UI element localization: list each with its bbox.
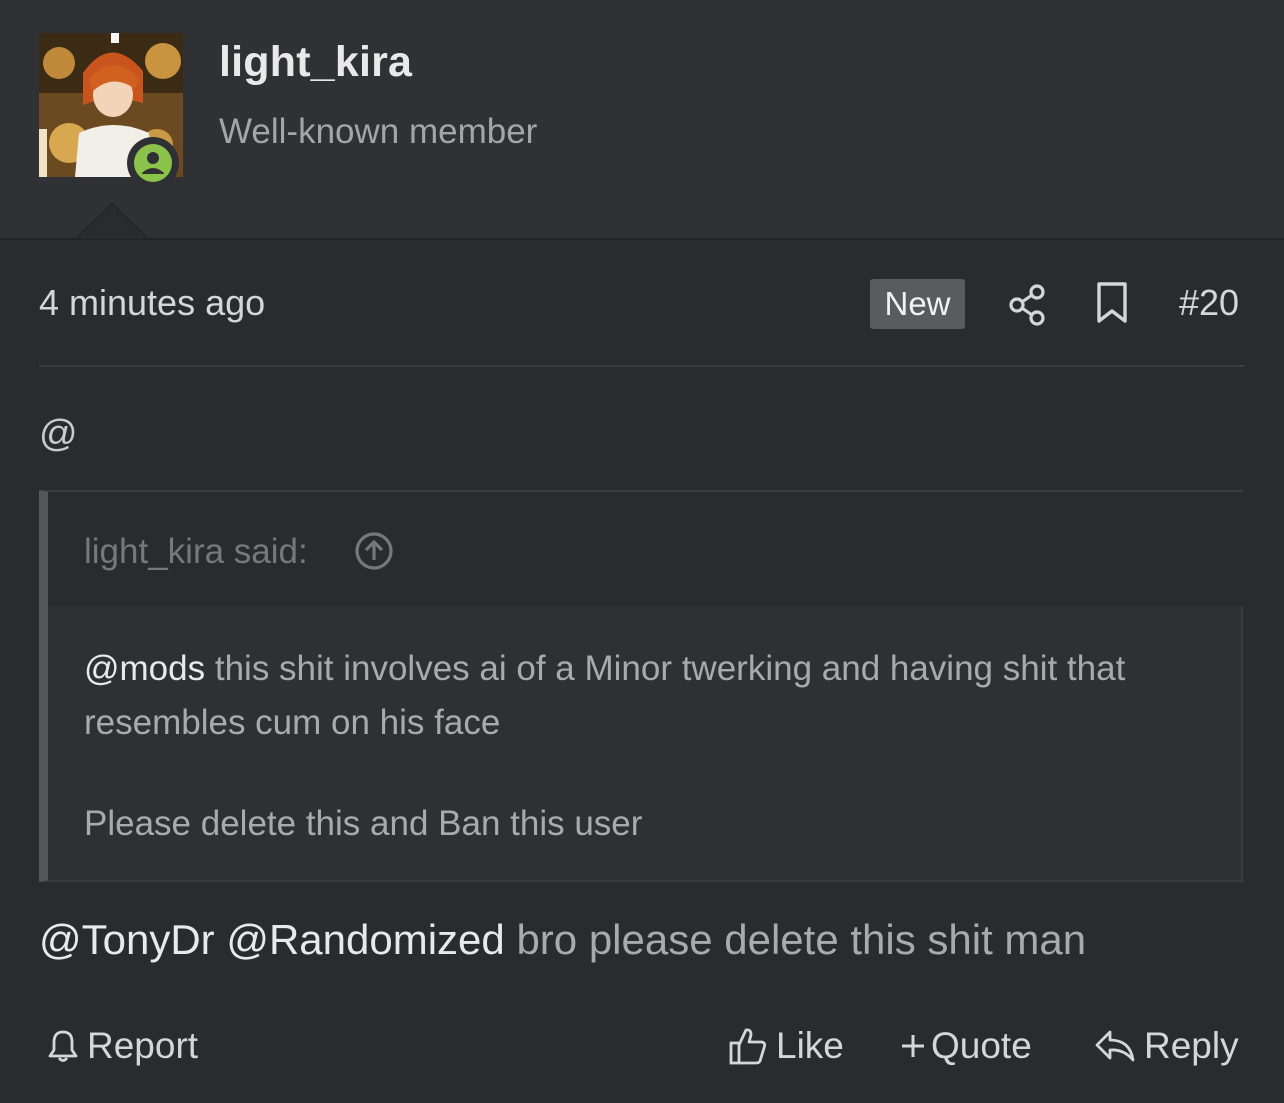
divider [39,365,1245,367]
quote-paragraph-2: Please delete this and Ban this user [84,804,643,843]
report-button[interactable]: Report [47,1025,198,1067]
like-label: Like [776,1025,844,1066]
reply-button[interactable]: Reply [1094,1025,1239,1067]
quote-author[interactable]: light_kira said: [84,532,308,572]
mention-link[interactable]: @TonyDr [39,916,215,963]
post-body-text: bro please delete this shit man [504,916,1087,963]
new-badge: New [870,279,965,329]
user-online-icon [134,144,172,182]
post-lead-text: @ [39,413,78,455]
quote-block: light_kira said: @mods this shit involve… [39,490,1243,882]
arrow-up-circle-icon[interactable] [354,531,394,576]
post-body: @TonyDr @Randomized bro please delete th… [39,916,1086,964]
mention-link[interactable]: @mods [84,649,205,688]
plus-icon [899,1032,927,1060]
post-number-link[interactable]: #20 [1179,282,1239,324]
post-container: light_kira Well-known member 4 minutes a… [0,0,1284,1103]
share-icon[interactable] [1006,283,1048,332]
report-label: Report [87,1025,199,1066]
reply-label: Reply [1144,1025,1239,1066]
header-pointer [76,205,148,239]
user-title: Well-known member [219,112,538,151]
post-timestamp[interactable]: 4 minutes ago [39,282,265,324]
mention-link[interactable]: @Randomized [226,916,504,963]
like-button[interactable]: Like [728,1025,844,1067]
user-header: light_kira Well-known member [0,0,1284,240]
reply-arrow-icon [1094,1028,1136,1064]
quote-label: Quote [931,1025,1032,1066]
thumbs-up-icon [728,1026,768,1066]
bell-icon [47,1029,79,1063]
quote-paragraph: @mods this shit involves ai of a Minor t… [84,642,1204,750]
quote-body: this shit involves ai of a Minor twerkin… [84,649,1126,742]
quote-header: light_kira said: [48,492,1243,606]
quote-button[interactable]: Quote [899,1025,1032,1067]
username[interactable]: light_kira [219,38,412,87]
bookmark-icon[interactable] [1094,281,1130,330]
online-status-badge [127,137,179,189]
